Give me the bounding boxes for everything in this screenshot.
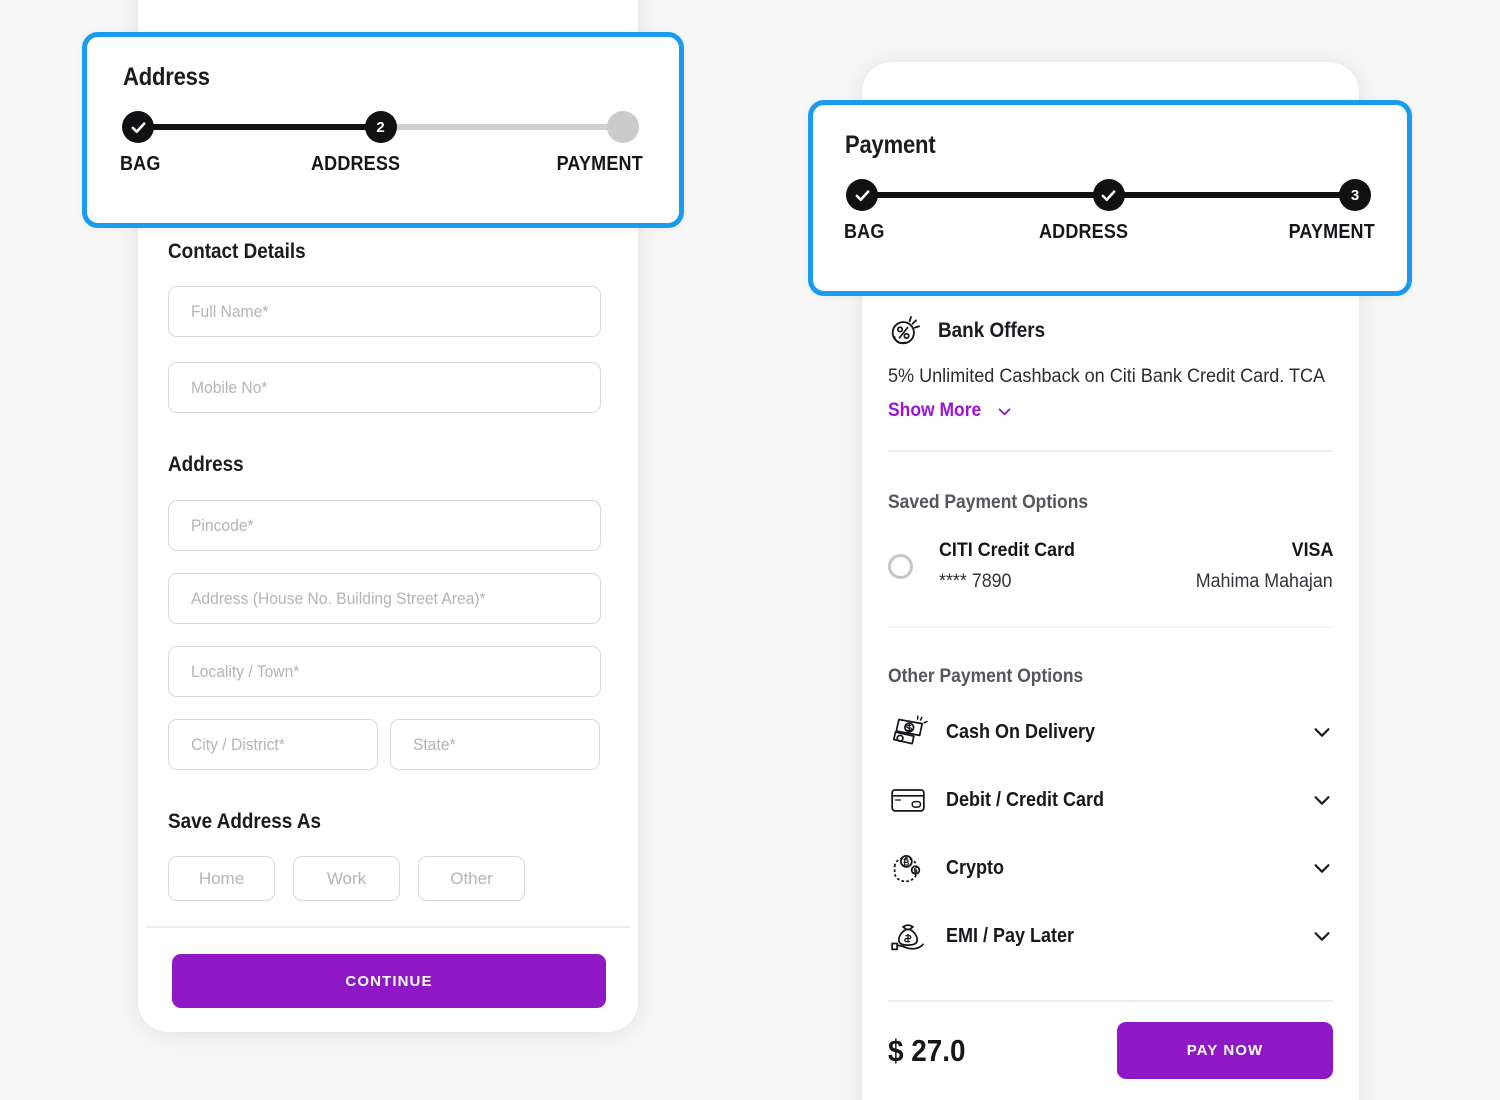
divider-above-footer <box>888 1000 1333 1002</box>
payment-footer: $ 27.0 PAY NOW <box>862 1001 1359 1100</box>
tag-work[interactable]: Work <box>293 856 400 901</box>
address-form: Contact Details Full Name* Mobile No* Ad… <box>168 240 601 901</box>
pincode-input[interactable]: Pincode* <box>168 500 601 551</box>
chevron-down-icon[interactable] <box>1311 721 1333 743</box>
payment-stepper: 3 <box>846 178 1371 212</box>
payment-option-cash-on-delivery[interactable]: Cash On Delivery <box>888 700 1333 764</box>
contact-details-heading: Contact Details <box>168 240 306 263</box>
payment-option-emi-pay-later[interactable]: EMI / Pay Later <box>888 904 1333 968</box>
full-name-input[interactable]: Full Name* <box>168 286 601 337</box>
payment-step-title: Payment <box>845 131 936 159</box>
pincode-placeholder: Pincode* <box>191 515 254 535</box>
saved-card-radio[interactable] <box>888 553 913 579</box>
bank-offers-label: Bank Offers <box>938 319 1046 342</box>
step-node-address-number: 2 <box>376 118 385 136</box>
saved-card-bottom-line: **** 7890 Mahima Mahajan <box>939 571 1333 593</box>
address-line-input[interactable]: Address (House No. Building Street Area)… <box>168 573 601 624</box>
step-node-bag[interactable] <box>122 111 154 143</box>
save-address-tags: Home Work Other <box>168 856 601 901</box>
chevron-down-icon[interactable] <box>1311 789 1333 811</box>
payment-step-labels: BAG ADDRESS PAYMENT <box>844 221 1375 244</box>
credit-card-icon <box>891 789 925 812</box>
payment-option-emi-label: EMI / Pay Later <box>946 924 1075 947</box>
tag-home[interactable]: Home <box>168 856 275 901</box>
saved-card-holder: Mahima Mahajan <box>1195 570 1333 592</box>
step-node-bag[interactable] <box>846 179 878 211</box>
saved-payment-heading: Saved Payment Options <box>888 491 1089 513</box>
saved-card-details: CITI Credit Card VISA **** 7890 Mahima M… <box>939 540 1333 593</box>
chevron-down-icon[interactable] <box>1311 925 1333 947</box>
tag-other-label: Other <box>450 868 493 888</box>
address-line-placeholder: Address (House No. Building Street Area)… <box>191 588 486 608</box>
percent-badge-icon <box>891 316 920 345</box>
step-label-payment: PAYMENT <box>556 153 643 175</box>
payment-option-card-label: Debit / Credit Card <box>946 788 1105 811</box>
saved-card-number: **** 7890 <box>939 570 1012 592</box>
order-total: $ 27.0 <box>888 1032 966 1068</box>
check-icon <box>1101 189 1116 201</box>
step-node-payment[interactable]: 3 <box>1339 179 1371 211</box>
city-placeholder: City / District* <box>191 734 285 754</box>
other-payment-heading: Other Payment Options <box>888 666 1084 687</box>
show-more-label: Show More <box>888 400 982 421</box>
bank-offers-title-row: Bank Offers <box>888 314 1333 348</box>
save-address-heading: Save Address As <box>168 810 322 833</box>
saved-card-top-line: CITI Credit Card VISA <box>939 540 1333 562</box>
step-node-address[interactable]: 2 <box>364 111 397 143</box>
tag-home-label: Home <box>198 868 245 888</box>
step-label-address: ADDRESS <box>311 153 401 175</box>
payment-content: Bank Offers 5% Unlimited Cashback on Cit… <box>862 296 1359 968</box>
mobile-no-placeholder: Mobile No* <box>191 377 268 397</box>
show-more-offers-button[interactable]: Show More <box>888 400 1013 422</box>
mobile-no-input[interactable]: Mobile No* <box>168 362 601 413</box>
crypto-wallet-icon <box>893 854 921 883</box>
address-stepper: 2 <box>122 110 639 144</box>
state-input[interactable]: State* <box>390 719 600 770</box>
stepper-track-fill <box>138 124 381 130</box>
saved-card-row[interactable]: CITI Credit Card VISA **** 7890 Mahima M… <box>888 540 1333 593</box>
step-node-address[interactable] <box>1092 179 1125 211</box>
address-form-divider <box>146 926 631 928</box>
address-step-labels: BAG ADDRESS PAYMENT <box>120 153 643 176</box>
money-bag-hand-icon <box>891 924 924 951</box>
step-label-bag: BAG <box>844 221 885 243</box>
cash-notes-icon <box>892 715 928 745</box>
address-step-header-highlight: Address 2 BAG ADDRESS PAYMENT <box>82 32 684 228</box>
continue-button[interactable]: CONTINUE <box>172 954 606 1008</box>
step-label-payment: PAYMENT <box>1288 221 1375 243</box>
payment-option-cod-label: Cash On Delivery <box>946 720 1096 743</box>
bank-offers-block: Bank Offers 5% Unlimited Cashback on Cit… <box>862 314 1359 450</box>
saved-card-name: CITI Credit Card <box>939 539 1075 561</box>
tag-work-label: Work <box>326 868 367 888</box>
check-icon <box>855 189 869 201</box>
step-label-bag: BAG <box>120 153 161 175</box>
chevron-down-icon[interactable] <box>1311 857 1333 879</box>
tag-other[interactable]: Other <box>418 856 525 901</box>
state-placeholder: State* <box>413 734 456 754</box>
city-input[interactable]: City / District* <box>168 719 378 770</box>
payment-option-debit-credit-card[interactable]: Debit / Credit Card <box>888 768 1333 832</box>
step-node-payment[interactable] <box>607 111 639 143</box>
payment-option-crypto[interactable]: Crypto <box>888 836 1333 900</box>
step-node-payment-number: 3 <box>1350 186 1360 204</box>
locality-placeholder: Locality / Town* <box>191 661 300 681</box>
locality-input[interactable]: Locality / Town* <box>168 646 601 697</box>
saved-card-network: VISA <box>1291 539 1333 561</box>
payment-option-crypto-label: Crypto <box>946 856 1005 879</box>
full-name-placeholder: Full Name* <box>191 301 269 321</box>
payment-step-header-highlight: Payment 3 BAG ADDRESS PAYMENT <box>808 100 1412 296</box>
address-heading: Address <box>168 453 244 476</box>
other-payment-block: Other Payment Options Cash On Delivery D… <box>862 628 1359 968</box>
pay-now-button[interactable]: PAY NOW <box>1117 1022 1333 1079</box>
screenshot-stage: Contact Details Full Name* Mobile No* Ad… <box>0 0 1500 1100</box>
step-label-address: ADDRESS <box>1039 221 1129 243</box>
bank-offer-text: 5% Unlimited Cashback on Citi Bank Credi… <box>888 366 1326 387</box>
saved-payment-block: Saved Payment Options CITI Credit Card V… <box>862 452 1359 627</box>
address-step-title: Address <box>123 63 210 91</box>
check-icon <box>131 121 145 133</box>
chevron-down-icon <box>998 407 1011 415</box>
city-state-row: City / District* State* <box>168 719 601 770</box>
